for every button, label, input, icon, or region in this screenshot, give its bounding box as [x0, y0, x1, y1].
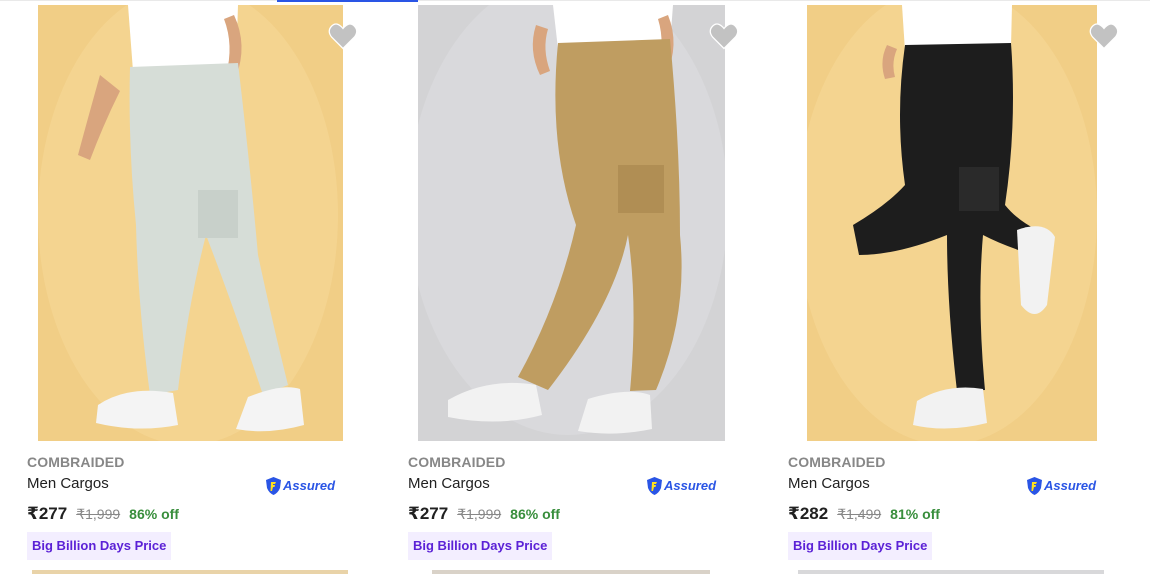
- next-row-image-edge: [798, 570, 1104, 574]
- product-card[interactable]: COMBRAIDED Men Cargos Assured ₹277 ₹1,99…: [0, 0, 380, 574]
- selling-price: ₹282: [788, 504, 829, 523]
- shield-icon: [266, 476, 281, 495]
- assured-label: Assured: [283, 478, 336, 493]
- original-price: ₹1,999: [457, 506, 502, 522]
- heart-icon: [328, 23, 358, 50]
- wishlist-button[interactable]: [328, 22, 358, 50]
- selling-price: ₹277: [408, 504, 449, 523]
- product-brand: COMBRAIDED: [788, 454, 886, 470]
- product-brand: COMBRAIDED: [27, 454, 125, 470]
- assured-badge: Assured: [265, 475, 335, 496]
- price-row: ₹282 ₹1,499 81% off: [788, 504, 940, 524]
- product-photo: [38, 5, 343, 441]
- discount-percent: 81% off: [890, 506, 940, 522]
- assured-badge: Assured: [646, 475, 716, 496]
- price-row: ₹277 ₹1,999 86% off: [27, 504, 179, 524]
- sale-badge: Big Billion Days Price: [788, 532, 933, 560]
- product-image[interactable]: [38, 5, 343, 441]
- product-image[interactable]: [418, 5, 725, 441]
- discount-percent: 86% off: [129, 506, 179, 522]
- product-title[interactable]: Men Cargos: [408, 475, 490, 492]
- product-photo: [418, 5, 725, 441]
- shield-icon: [1027, 476, 1042, 495]
- price-row: ₹277 ₹1,999 86% off: [408, 504, 560, 524]
- next-row-image-edge: [432, 570, 710, 574]
- wishlist-button[interactable]: [709, 22, 739, 50]
- sale-badge: Big Billion Days Price: [408, 532, 553, 560]
- product-card[interactable]: COMBRAIDED Men Cargos Assured ₹277 ₹1,99…: [385, 0, 765, 574]
- assured-label: Assured: [664, 478, 717, 493]
- product-brand: COMBRAIDED: [408, 454, 506, 470]
- product-card[interactable]: COMBRAIDED Men Cargos Assured ₹282 ₹1,49…: [765, 0, 1150, 574]
- product-title[interactable]: Men Cargos: [788, 475, 870, 492]
- selling-price: ₹277: [27, 504, 68, 523]
- shield-icon: [647, 476, 662, 495]
- assured-label: Assured: [1044, 478, 1097, 493]
- product-image[interactable]: [807, 5, 1097, 441]
- sale-badge: Big Billion Days Price: [27, 532, 172, 560]
- wishlist-button[interactable]: [1089, 22, 1119, 50]
- product-title[interactable]: Men Cargos: [27, 475, 109, 492]
- next-row-image-edge: [32, 570, 348, 574]
- product-photo: [807, 5, 1097, 441]
- heart-icon: [709, 23, 739, 50]
- original-price: ₹1,999: [76, 506, 121, 522]
- assured-badge: Assured: [1026, 475, 1096, 496]
- discount-percent: 86% off: [510, 506, 560, 522]
- original-price: ₹1,499: [837, 506, 882, 522]
- heart-icon: [1089, 23, 1119, 50]
